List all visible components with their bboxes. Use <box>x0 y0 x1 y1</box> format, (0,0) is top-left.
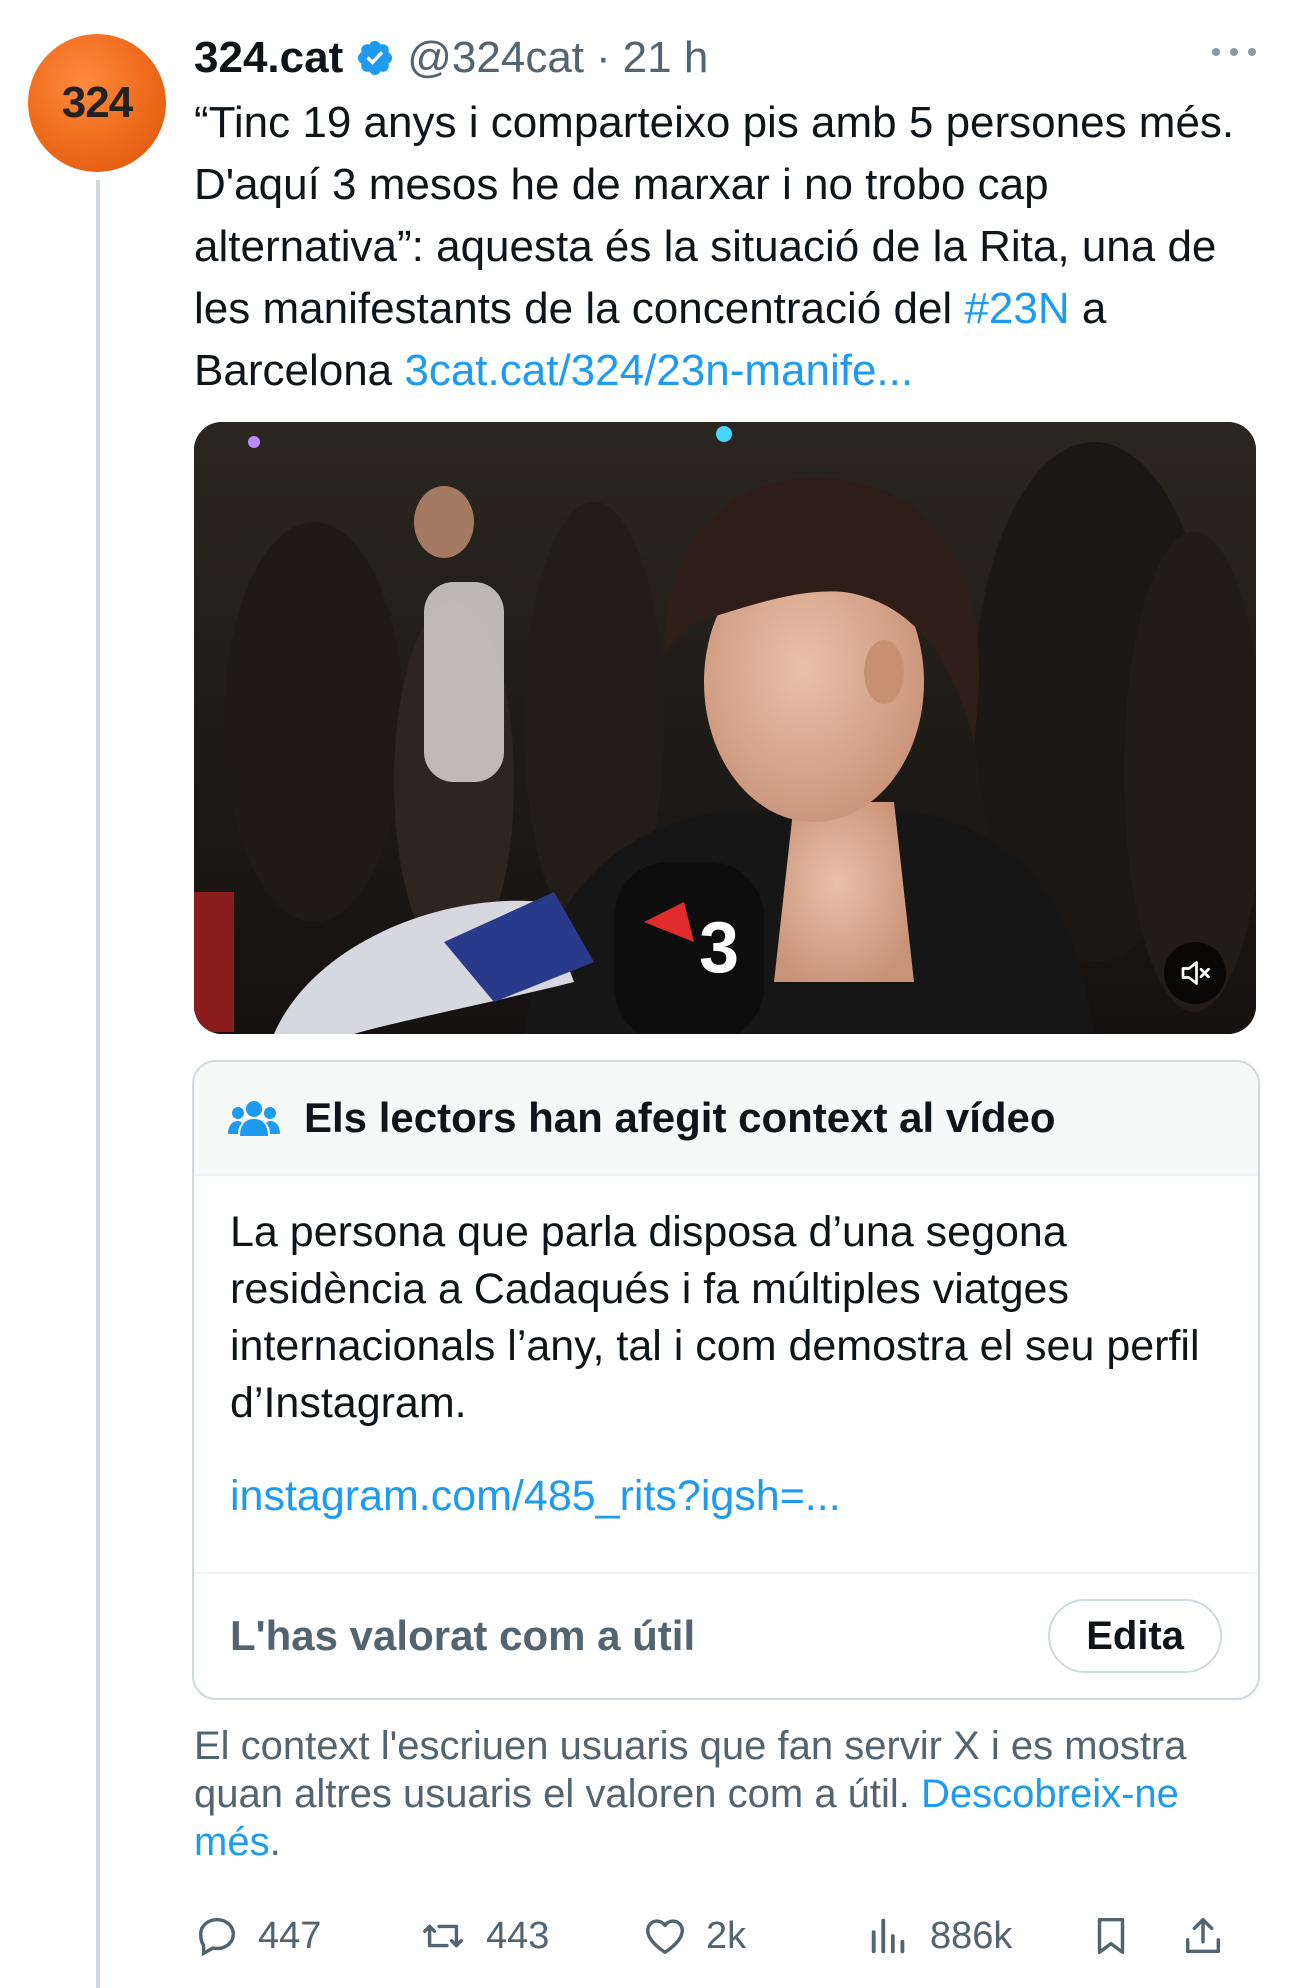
note-header: Els lectors han afegit context al vídeo <box>194 1062 1258 1176</box>
like-button[interactable]: 2k <box>642 1913 866 1959</box>
more-options-icon[interactable] <box>1212 40 1256 64</box>
like-count: 2k <box>706 1914 747 1957</box>
note-title: Els lectors han afegit context al vídeo <box>304 1094 1056 1141</box>
disclaimer-period: . <box>269 1820 281 1864</box>
repost-button[interactable]: 443 <box>418 1913 642 1959</box>
mute-button[interactable] <box>1164 942 1226 1004</box>
bookmark-button[interactable] <box>1088 1913 1180 1959</box>
reply-count: 447 <box>258 1914 322 1957</box>
reply-button[interactable]: 447 <box>194 1913 418 1959</box>
people-icon <box>228 1101 280 1136</box>
timestamp[interactable]: 21 h <box>623 33 709 83</box>
speaker-muted-icon <box>1181 961 1210 985</box>
tweet-text: “Tinc 19 anys i comparteixo pis amb 5 pe… <box>194 92 1264 402</box>
share-icon <box>1185 1917 1221 1954</box>
note-disclaimer: El context l'escriuen usuaris que fan se… <box>194 1722 1264 1866</box>
reply-icon <box>198 1917 236 1957</box>
verified-badge-icon[interactable] <box>355 38 395 78</box>
mic-logo: 3 <box>699 908 739 988</box>
thread-line <box>96 180 100 1988</box>
repost-icon <box>423 1924 463 1948</box>
share-button[interactable] <box>1180 1913 1226 1959</box>
video-frame: 3 <box>194 422 1256 1034</box>
note-footer: L'has valorat com a útil Edita <box>194 1572 1258 1698</box>
note-source-link[interactable]: instagram.com/485_rits?igsh=... <box>230 1472 841 1521</box>
community-note: Els lectors han afegit context al vídeo … <box>192 1060 1260 1700</box>
article-link[interactable]: 3cat.cat/324/23n-manife... <box>404 346 913 395</box>
edit-rating-button[interactable]: Edita <box>1048 1599 1222 1673</box>
avatar[interactable]: 324 <box>28 34 166 172</box>
views-chart-icon <box>871 1918 905 1954</box>
display-name[interactable]: 324.cat <box>194 33 343 83</box>
video-player[interactable]: 3 <box>194 422 1256 1034</box>
hashtag-link[interactable]: #23N <box>964 284 1069 333</box>
tweet-actions: 447 443 2k 886k <box>194 1906 1264 1966</box>
separator-dot: · <box>596 33 611 82</box>
views-button[interactable]: 886k <box>866 1913 1088 1959</box>
note-body: La persona que parla disposa d’una segon… <box>230 1208 1200 1427</box>
bookmark-icon <box>1097 1917 1125 1955</box>
heart-icon <box>646 1919 684 1955</box>
views-count: 886k <box>930 1914 1013 1957</box>
avatar-logo: 324 <box>57 78 133 128</box>
rating-status: L'has valorat com a útil <box>230 1612 696 1659</box>
tweet-header: 324.cat @324cat · 21 h <box>194 28 1254 88</box>
repost-count: 443 <box>486 1914 550 1957</box>
handle[interactable]: @324cat <box>407 33 584 83</box>
